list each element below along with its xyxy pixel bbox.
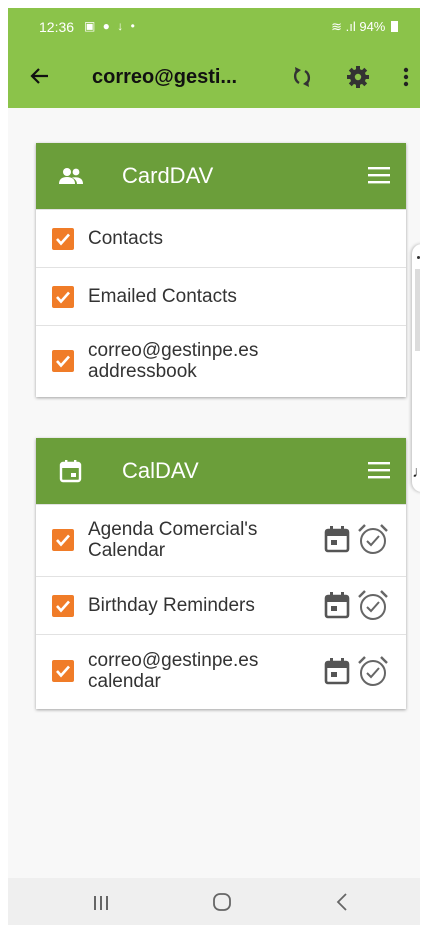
status-time: 12:36 [39,19,75,35]
checked-checkbox-icon[interactable] [52,595,74,617]
carddav-card: CardDAV Contacts Emailed Contacts correo… [36,143,406,397]
carddav-header: CardDAV [36,143,406,209]
caldav-card: CalDAV Agenda Comercial's Calendar Birth… [36,438,406,709]
battery-level: 94% [359,19,386,34]
collection-label: Emailed Contacts [88,286,237,307]
list-item[interactable]: Emailed Contacts [36,267,406,325]
sync-calendar-icon[interactable] [324,657,350,685]
alarm-reminder-icon[interactable] [356,522,390,556]
sync-calendar-icon[interactable] [324,525,350,553]
calendar-icon [59,460,82,483]
collection-label: Agenda Comercial's Calendar [88,519,257,561]
list-item[interactable]: Agenda Comercial's Calendar [36,504,406,576]
collection-label-line1: correo@gestinpe.es [88,650,259,671]
edge-panel-handle[interactable]: ♩ [412,244,420,492]
wifi-signal-icon: ≋ .ıl [331,19,356,34]
carddav-title: CardDAV [122,163,214,188]
account-title: correo@gesti... [92,66,238,88]
collection-label-line2: Calendar [88,540,166,561]
recent-apps-icon[interactable] [93,895,109,911]
list-item[interactable]: Contacts [36,209,406,267]
screen: 12:36 ▣ ● ↓ • ≋ .ıl 94% correo@gesti... [8,8,420,925]
alarm-reminder-icon[interactable] [356,654,390,688]
checked-checkbox-icon[interactable] [52,228,74,250]
back-arrow-icon[interactable] [28,64,52,88]
list-item[interactable]: Birthday Reminders [36,576,406,634]
sync-icon[interactable] [290,65,314,89]
home-icon[interactable] [213,893,231,911]
caldav-title: CalDAV [122,458,199,483]
collection-label-line2: calendar [88,671,161,692]
edge-strip [415,269,420,351]
sync-calendar-icon[interactable] [324,591,350,619]
nav-back-icon[interactable] [336,893,348,911]
collection-label: correo@gestinpe.es addressbook [88,340,258,382]
collection-label-line2: addressbook [88,361,197,382]
list-item[interactable]: correo@gestinpe.es addressbook [36,325,406,397]
collection-label: correo@gestinpe.es calendar [88,650,258,692]
more-options-icon[interactable] [396,65,416,89]
collection-label: Birthday Reminders [88,595,255,616]
alarm-reminder-icon[interactable] [356,588,390,622]
contacts-group-icon [59,168,83,184]
system-nav-bar [8,878,420,925]
collection-label-line1: correo@gestinpe.es [88,340,259,361]
battery-icon [391,21,398,32]
edge-dot [417,256,420,259]
settings-gear-icon[interactable] [346,65,370,89]
notification-icons: ▣ ● ↓ • [84,19,137,33]
carddav-menu-icon[interactable] [368,165,390,185]
caldav-header: CalDAV [36,438,406,504]
music-note-icon: ♩ [412,464,420,481]
checked-checkbox-icon[interactable] [52,660,74,682]
collection-label: Contacts [88,228,163,249]
checked-checkbox-icon[interactable] [52,529,74,551]
app-bar: correo@gesti... [8,48,420,108]
checked-checkbox-icon[interactable] [52,286,74,308]
caldav-menu-icon[interactable] [368,460,390,480]
status-bar: 12:36 ▣ ● ↓ • ≋ .ıl 94% [8,8,420,48]
collection-label-line1: Agenda Comercial's [88,519,258,540]
list-item[interactable]: correo@gestinpe.es calendar [36,634,406,709]
status-right: ≋ .ıl 94% [331,19,398,35]
checked-checkbox-icon[interactable] [52,350,74,372]
